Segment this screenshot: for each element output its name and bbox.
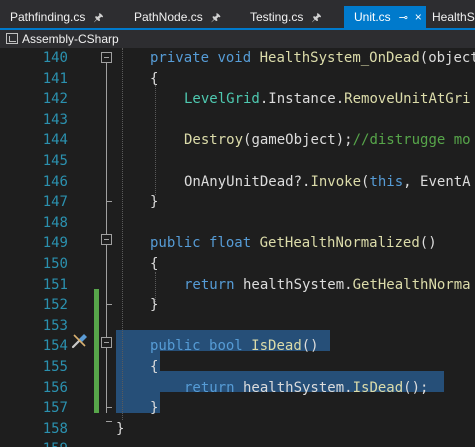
document-tab-strip: Pathfinding.cs 🖈 PathNode.cs 🖈 Testing.cs 🖈… [0, 0, 475, 28]
tab-pathfinding[interactable]: Pathfinding.cs 🖈 [0, 6, 118, 28]
code-line: 154 public bool IsDead() [0, 336, 475, 357]
line-number: 145 [42, 153, 68, 169]
code-editor[interactable]: 140 private void HealthSystem_OnDead(obj… [0, 48, 475, 447]
code-line: 152 } [0, 295, 475, 316]
line-number: 159 [0, 439, 68, 447]
line-number: 147 [42, 194, 68, 211]
code-line: 159 [0, 439, 475, 447]
pin-icon[interactable]: ⊸ [399, 7, 409, 28]
line-number: 140 [42, 50, 68, 66]
line-number: 146 [42, 173, 68, 190]
code-line: 141 { [0, 69, 475, 90]
code-text: Destroy(gameObject);//distrugge mo [184, 132, 471, 149]
code-text: { [150, 70, 159, 87]
code-line: 151 return healthSystem.GetHealthNorma [0, 275, 475, 296]
code-line: 147 } [0, 192, 475, 213]
line-number: 144 [42, 132, 68, 149]
code-line: 150 { [0, 254, 475, 275]
code-text: } [150, 297, 159, 314]
code-text: } [150, 400, 159, 417]
line-number: 152 [42, 297, 68, 314]
code-line: 144 Destroy(gameObject);//distrugge mo [0, 130, 475, 151]
pin-icon[interactable]: 🖈 [93, 7, 103, 28]
code-text: } [116, 420, 125, 437]
line-number: 155 [42, 359, 68, 375]
pin-icon[interactable]: 🖈 [211, 7, 221, 28]
close-icon[interactable]: × [415, 6, 422, 28]
code-line: 157 } [0, 398, 475, 419]
code-text: return healthSystem.IsDead(); [184, 379, 429, 396]
tab-testing[interactable]: Testing.cs 🖈 [240, 6, 336, 28]
code-line: 140 private void HealthSystem_OnDead(obj… [0, 48, 475, 69]
line-number: 141 [42, 70, 68, 87]
line-number: 148 [42, 214, 68, 231]
code-text: return healthSystem.GetHealthNorma [184, 276, 471, 293]
navigation-bar: Assembly-CSharp [0, 28, 475, 48]
code-line: 155 { [0, 357, 475, 378]
line-number: 158 [42, 420, 68, 437]
tab-label: PathNode.cs [134, 10, 203, 24]
tab-pathnode[interactable]: PathNode.cs 🖈 [124, 6, 234, 28]
code-text: { [150, 359, 159, 375]
line-number: 151 [42, 276, 68, 293]
code-text: OnAnyUnitDead?.Invoke(this, EventA [184, 173, 471, 190]
code-text: public bool IsDead() [150, 338, 319, 355]
code-text: LevelGrid.Instance.RemoveUnitAtGri [184, 91, 471, 108]
code-text: } [150, 194, 159, 211]
code-text: private void HealthSystem_OnDead(object [150, 50, 475, 66]
code-line: 148 [0, 213, 475, 234]
tab-label: HealthS [432, 10, 475, 24]
tab-label: Testing.cs [250, 10, 304, 24]
code-text: public float GetHealthNormalized() [150, 235, 437, 252]
line-number: 142 [42, 91, 68, 108]
line-number: 143 [42, 111, 68, 128]
code-line: 143 [0, 110, 475, 131]
tab-label: Pathfinding.cs [10, 10, 86, 24]
code-line: 145 [0, 151, 475, 172]
code-line: 156 return healthSystem.IsDead(); [0, 378, 475, 399]
tab-healthsystem[interactable]: HealthS [426, 6, 475, 28]
code-text: { [150, 256, 159, 272]
tab-unit[interactable]: Unit.cs ⊸ × [344, 6, 426, 28]
code-line: 149 public float GetHealthNormalized() [0, 233, 475, 254]
line-number: 153 [42, 317, 68, 334]
line-number: 150 [42, 256, 68, 272]
line-number: 156 [42, 379, 68, 396]
code-line: 158 } [0, 419, 475, 440]
line-number: 149 [42, 235, 68, 252]
code-line: 142 LevelGrid.Instance.RemoveUnitAtGri [0, 89, 475, 110]
csharp-project-icon [6, 33, 18, 44]
code-line: 153 [0, 316, 475, 337]
project-dropdown[interactable]: Assembly-CSharp [6, 31, 119, 48]
tab-label: Unit.cs [354, 10, 391, 24]
line-number: 157 [42, 400, 68, 417]
pin-icon[interactable]: 🖈 [311, 7, 321, 28]
code-line: 146 OnAnyUnitDead?.Invoke(this, EventA [0, 172, 475, 193]
line-number: 154 [42, 338, 68, 355]
project-label: Assembly-CSharp [22, 32, 119, 46]
